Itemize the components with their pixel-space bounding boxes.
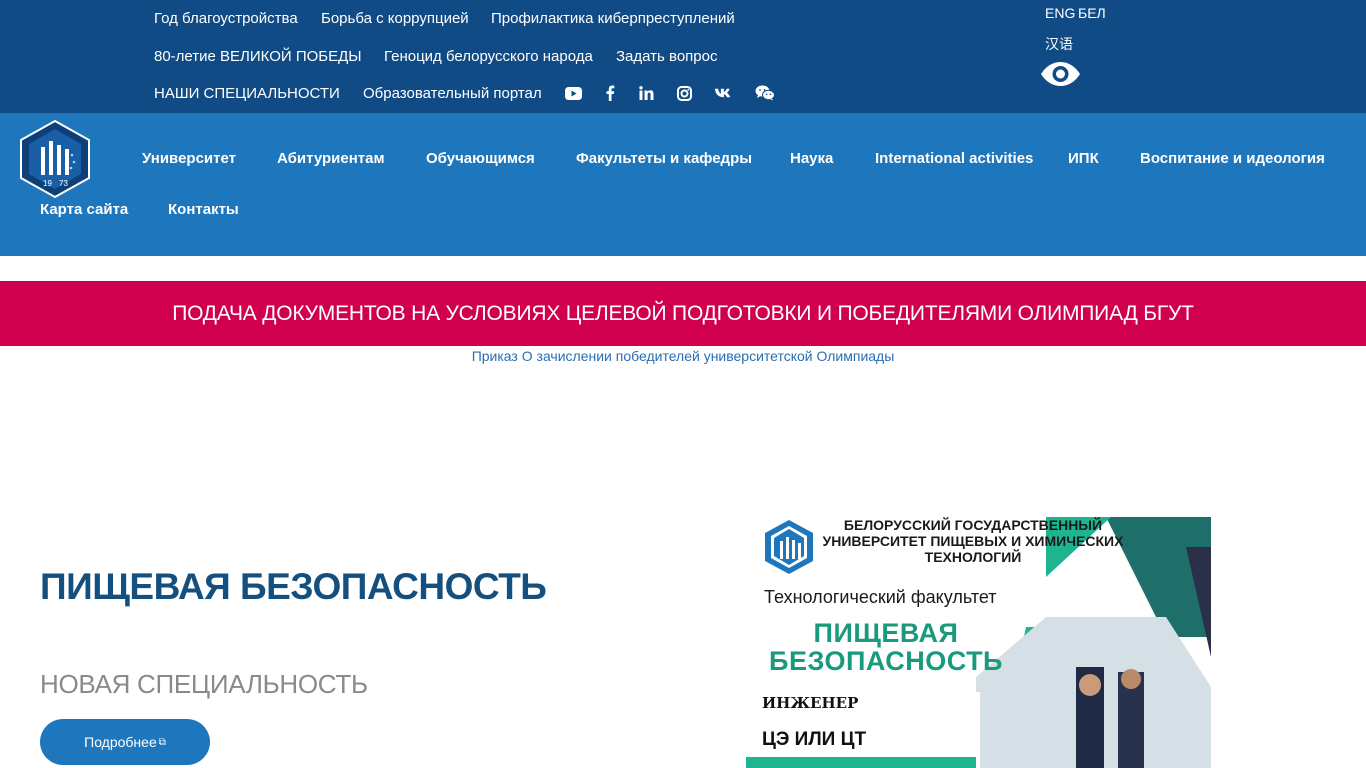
svg-text:19: 19: [43, 179, 52, 188]
main-navigation: 19 73 Университет Абитуриентам Обучающим…: [0, 113, 1366, 256]
hero-title: ПИЩЕВАЯ БЕЗОПАСНОСТЬ: [40, 566, 547, 607]
link-anti-corruption[interactable]: Борьба с коррупцией: [321, 10, 469, 27]
link-educational-portal[interactable]: Образовательный портал: [363, 85, 542, 102]
poster-faculty: Технологический факультет: [764, 587, 997, 607]
poster-logo-icon: [764, 519, 814, 580]
nav-international[interactable]: International activities: [875, 150, 1033, 167]
nav-sitemap[interactable]: Карта сайта: [40, 201, 128, 218]
olympiad-order-link[interactable]: Приказ О зачислении победителей универси…: [0, 348, 1366, 364]
linkedin-icon[interactable]: [637, 84, 655, 102]
link-ask-question[interactable]: Задать вопрос: [616, 48, 717, 65]
link-victory-80[interactable]: 80-летие ВЕЛИКОЙ ПОБЕДЫ: [154, 48, 362, 65]
svg-text:73: 73: [59, 179, 68, 188]
nav-applicants[interactable]: Абитуриентам: [277, 150, 385, 167]
nav-upbringing[interactable]: Воспитание и идеология: [1140, 150, 1325, 167]
poster-title: ПИЩЕВАЯ БЕЗОПАСНОСТЬ: [766, 619, 1006, 675]
link-year-of-improvement[interactable]: Год благоустройства: [154, 10, 298, 27]
wechat-icon[interactable]: [755, 84, 775, 102]
lang-bel[interactable]: БЕЛ: [1078, 5, 1106, 21]
link-our-specialties[interactable]: НАШИ СПЕЦИАЛЬНОСТИ: [154, 85, 340, 102]
more-button[interactable]: Подробнее ⧉: [40, 719, 210, 765]
more-button-label: Подробнее: [84, 734, 157, 750]
youtube-icon[interactable]: [564, 84, 582, 102]
eye-icon[interactable]: [1040, 61, 1081, 92]
nav-contacts[interactable]: Контакты: [168, 201, 239, 218]
link-cybercrime-prevention[interactable]: Профилактика киберпреступлений: [491, 10, 735, 27]
external-link-icon: ⧉: [158, 736, 166, 748]
link-genocide[interactable]: Геноцид белорусского народа: [384, 48, 593, 65]
poster-title-line1: ПИЩЕВАЯ: [813, 618, 959, 648]
facebook-icon[interactable]: [601, 84, 619, 102]
instagram-icon[interactable]: [675, 84, 693, 102]
poster-strip: [746, 757, 976, 768]
top-bar: Год благоустройства Борьба с коррупцией …: [0, 0, 1366, 113]
specialty-poster[interactable]: БЕЛОРУССКИЙ ГОСУДАРСТВЕННЫЙ УНИВЕРСИТЕТ …: [746, 517, 1211, 768]
nav-ipk[interactable]: ИПК: [1068, 150, 1099, 167]
announcement-banner: ПОДАЧА ДОКУМЕНТОВ НА УСЛОВИЯХ ЦЕЛЕВОЙ ПО…: [0, 281, 1366, 346]
nav-university[interactable]: Университет: [142, 150, 236, 167]
lang-chinese[interactable]: 汉语: [1045, 34, 1073, 54]
poster-university: БЕЛОРУССКИЙ ГОСУДАРСТВЕННЫЙ УНИВЕРСИТЕТ …: [822, 517, 1124, 565]
lang-eng[interactable]: ENG: [1045, 5, 1075, 21]
nav-faculties[interactable]: Факультеты и кафедры: [576, 150, 752, 167]
university-logo[interactable]: 19 73: [19, 119, 91, 199]
vk-icon[interactable]: [713, 84, 733, 102]
nav-students[interactable]: Обучающимся: [426, 150, 535, 167]
hero-subtitle: НОВАЯ СПЕЦИАЛЬНОСТЬ: [40, 669, 368, 699]
banner-text[interactable]: ПОДАЧА ДОКУМЕНТОВ НА УСЛОВИЯХ ЦЕЛЕВОЙ ПО…: [172, 302, 1194, 326]
nav-science[interactable]: Наука: [790, 150, 833, 167]
poster-title-line2: БЕЗОПАСНОСТЬ: [769, 646, 1003, 676]
poster-qualification: ИНЖЕНЕР: [762, 694, 859, 712]
poster-exam: ЦЭ ИЛИ ЦТ: [762, 729, 867, 750]
